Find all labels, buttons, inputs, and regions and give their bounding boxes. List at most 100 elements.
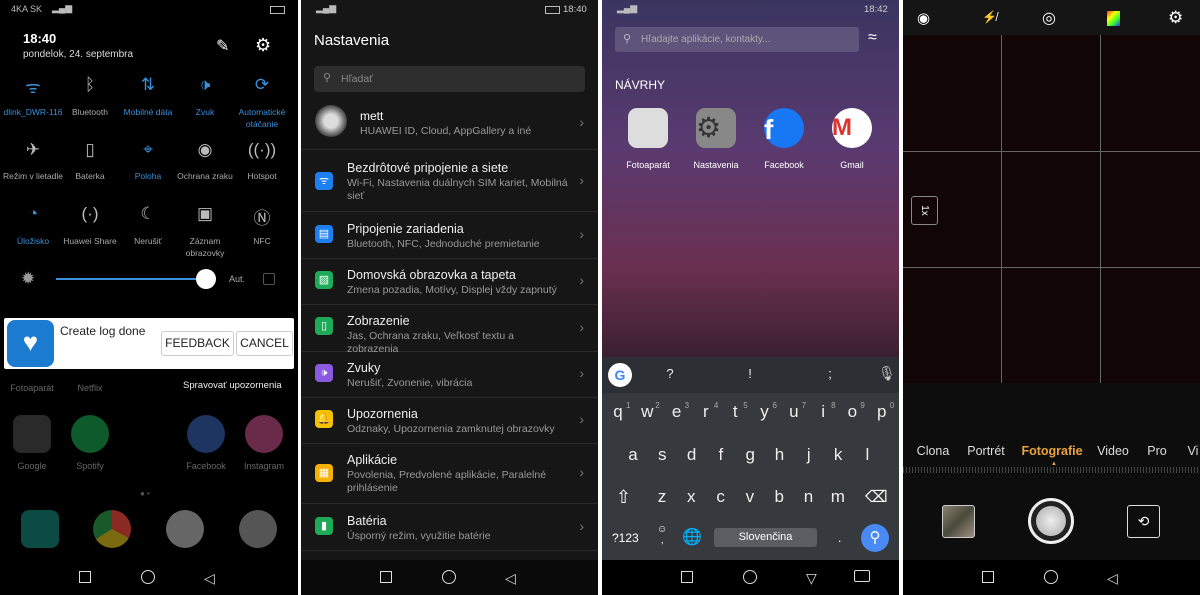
key-g[interactable]: g [745,445,754,465]
google-icon[interactable]: G [608,363,632,387]
messenger-icon[interactable] [239,510,277,548]
key-a[interactable]: a [628,445,637,465]
back-button[interactable]: ◁ [505,570,516,587]
settings-item-wallpaper[interactable]: ▨ Domovská obrazovka a tapeta Zmena pozadi… [301,259,598,305]
suggestion[interactable]: ? [666,366,673,381]
key-m[interactable]: m [831,487,845,507]
key-r[interactable]: r [703,402,709,422]
back-button[interactable]: ◁ [1107,570,1118,587]
settings-item-battery[interactable]: ▮ Batéria Úsporný režim, využitie batérie › [301,505,598,551]
home-button[interactable] [743,570,757,584]
key-l[interactable]: l [866,445,870,465]
key-x[interactable]: x [687,487,696,507]
brightness-slider[interactable] [56,278,206,280]
key-f[interactable]: f [719,445,724,465]
globe-icon[interactable]: 🌐 [682,527,702,547]
gmail-app-icon[interactable]: M [832,108,872,148]
key-y[interactable]: y [760,402,769,422]
aperture-icon[interactable]: ◉ [917,9,930,27]
key-n[interactable]: n [804,487,813,507]
keyboard-switch-icon[interactable] [854,570,870,582]
facebook-app-icon[interactable]: f [764,108,804,148]
settings-item-display[interactable]: ▯ Zobrazenie Jas, Ochrana zraku, Veľkosť t… [301,305,598,355]
gmail-icon[interactable] [166,510,204,548]
settings-gear-icon[interactable]: ⚙ [255,35,271,56]
manage-notifications-link[interactable]: Spravovať upozornenia [183,380,282,391]
key-i[interactable]: i [821,402,825,422]
symbols-key[interactable]: ?123 [612,531,639,545]
settings-item-devices[interactable]: ▤ Pripojenie zariadenia Bluetooth, NFC, Je… [301,213,598,259]
settings-app-icon[interactable]: ⚙ [696,108,736,148]
key-h[interactable]: h [775,445,784,465]
edit-icon[interactable]: ✎ [216,36,229,56]
key-d[interactable]: d [687,445,696,465]
camera-app-icon[interactable] [628,108,668,148]
google-folder-icon[interactable] [13,415,51,453]
back-button[interactable]: ◁ [204,570,215,587]
mode-pro[interactable]: Pro [1147,444,1166,458]
recents-button[interactable] [681,571,693,583]
key-o[interactable]: o [848,402,857,422]
backspace-key[interactable]: ⌫ [865,487,888,507]
auto-brightness-checkbox[interactable] [263,273,275,285]
voice-assistant-icon[interactable]: ≈ [868,29,877,47]
gallery-thumbnail[interactable] [942,505,975,538]
chrome-icon[interactable] [93,510,131,548]
home-button[interactable] [141,570,155,584]
key-p[interactable]: p [877,402,886,422]
key-v[interactable]: v [746,487,755,507]
key-b[interactable]: b [774,487,783,507]
key-k[interactable]: k [834,445,843,465]
suggestion[interactable]: ; [828,366,832,381]
phone-icon[interactable] [21,510,59,548]
shutter-button[interactable] [1028,498,1074,544]
notification-card[interactable]: ♥ Create log done FEEDBACK CANCEL [4,318,294,369]
app-search-input[interactable]: ⚲ Hľadajte aplikácie, kontakty... [615,27,859,52]
cancel-button[interactable]: CANCEL [236,331,293,356]
key-z[interactable]: z [658,487,667,507]
recents-button[interactable] [380,571,392,583]
search-key[interactable]: ⚲ [861,524,889,552]
mode-portrét[interactable]: Portrét [967,444,1005,458]
recents-button[interactable] [79,571,91,583]
key-s[interactable]: s [658,445,667,465]
settings-item-apps[interactable]: ▦ Aplikácie Povolenia, Predvolené aplikáci… [301,444,598,504]
key-w[interactable]: w [641,402,653,422]
account-row[interactable]: mett HUAWEI ID, Cloud, AppGallery a iné … [301,98,598,150]
settings-item-bell[interactable]: 🔔 Upozornenia Odznaky, Upozornenia zamknut… [301,398,598,444]
settings-item-sound[interactable]: 🕩 Zvuky Nerušiť, Zvonenie, vibrácia › [301,352,598,398]
hide-keyboard-button[interactable]: ▽ [806,570,817,587]
shift-key[interactable]: ⇧ [616,487,631,508]
color-filter-icon[interactable] [1107,11,1120,26]
key-c[interactable]: c [716,487,725,507]
recents-button[interactable] [982,571,994,583]
camera-settings-icon[interactable]: ⚙ [1168,8,1183,28]
zoom-button[interactable]: 1x [911,196,938,225]
mode-clona[interactable]: Clona [917,444,950,458]
flash-off-icon[interactable]: ⚡̸ [982,10,997,24]
emoji-comma-key[interactable]: ☺, [657,524,667,546]
facebook-icon[interactable] [187,415,225,453]
space-key[interactable]: Slovenčina [714,528,817,547]
brightness-knob[interactable] [196,269,216,289]
key-u[interactable]: u [789,402,798,422]
live-photo-icon[interactable]: ◎ [1042,8,1056,28]
feedback-button[interactable]: FEEDBACK [161,331,234,356]
instagram-icon[interactable] [245,415,283,453]
mode-video[interactable]: Video [1097,444,1129,458]
mode-vi[interactable]: Vi [1188,444,1199,458]
microphone-icon[interactable]: 🎙 [878,365,896,382]
settings-search-input[interactable]: ⚲ Hľadať [314,66,585,92]
period-key[interactable]: . [838,531,841,545]
settings-item-wifi[interactable]: ᯤ Bezdrôtové pripojenie a siete Wi-Fi, Nas… [301,152,598,212]
key-j[interactable]: j [807,445,811,465]
key-q[interactable]: q [613,402,622,422]
key-e[interactable]: e [672,402,681,422]
key-t[interactable]: t [733,402,738,422]
switch-camera-icon[interactable]: ⟲ [1127,505,1160,538]
viewfinder[interactable]: 1x [903,35,1200,383]
mode-fotografie[interactable]: Fotografie [1021,444,1082,458]
spotify-icon[interactable] [71,415,109,453]
home-button[interactable] [442,570,456,584]
home-button[interactable] [1044,570,1058,584]
